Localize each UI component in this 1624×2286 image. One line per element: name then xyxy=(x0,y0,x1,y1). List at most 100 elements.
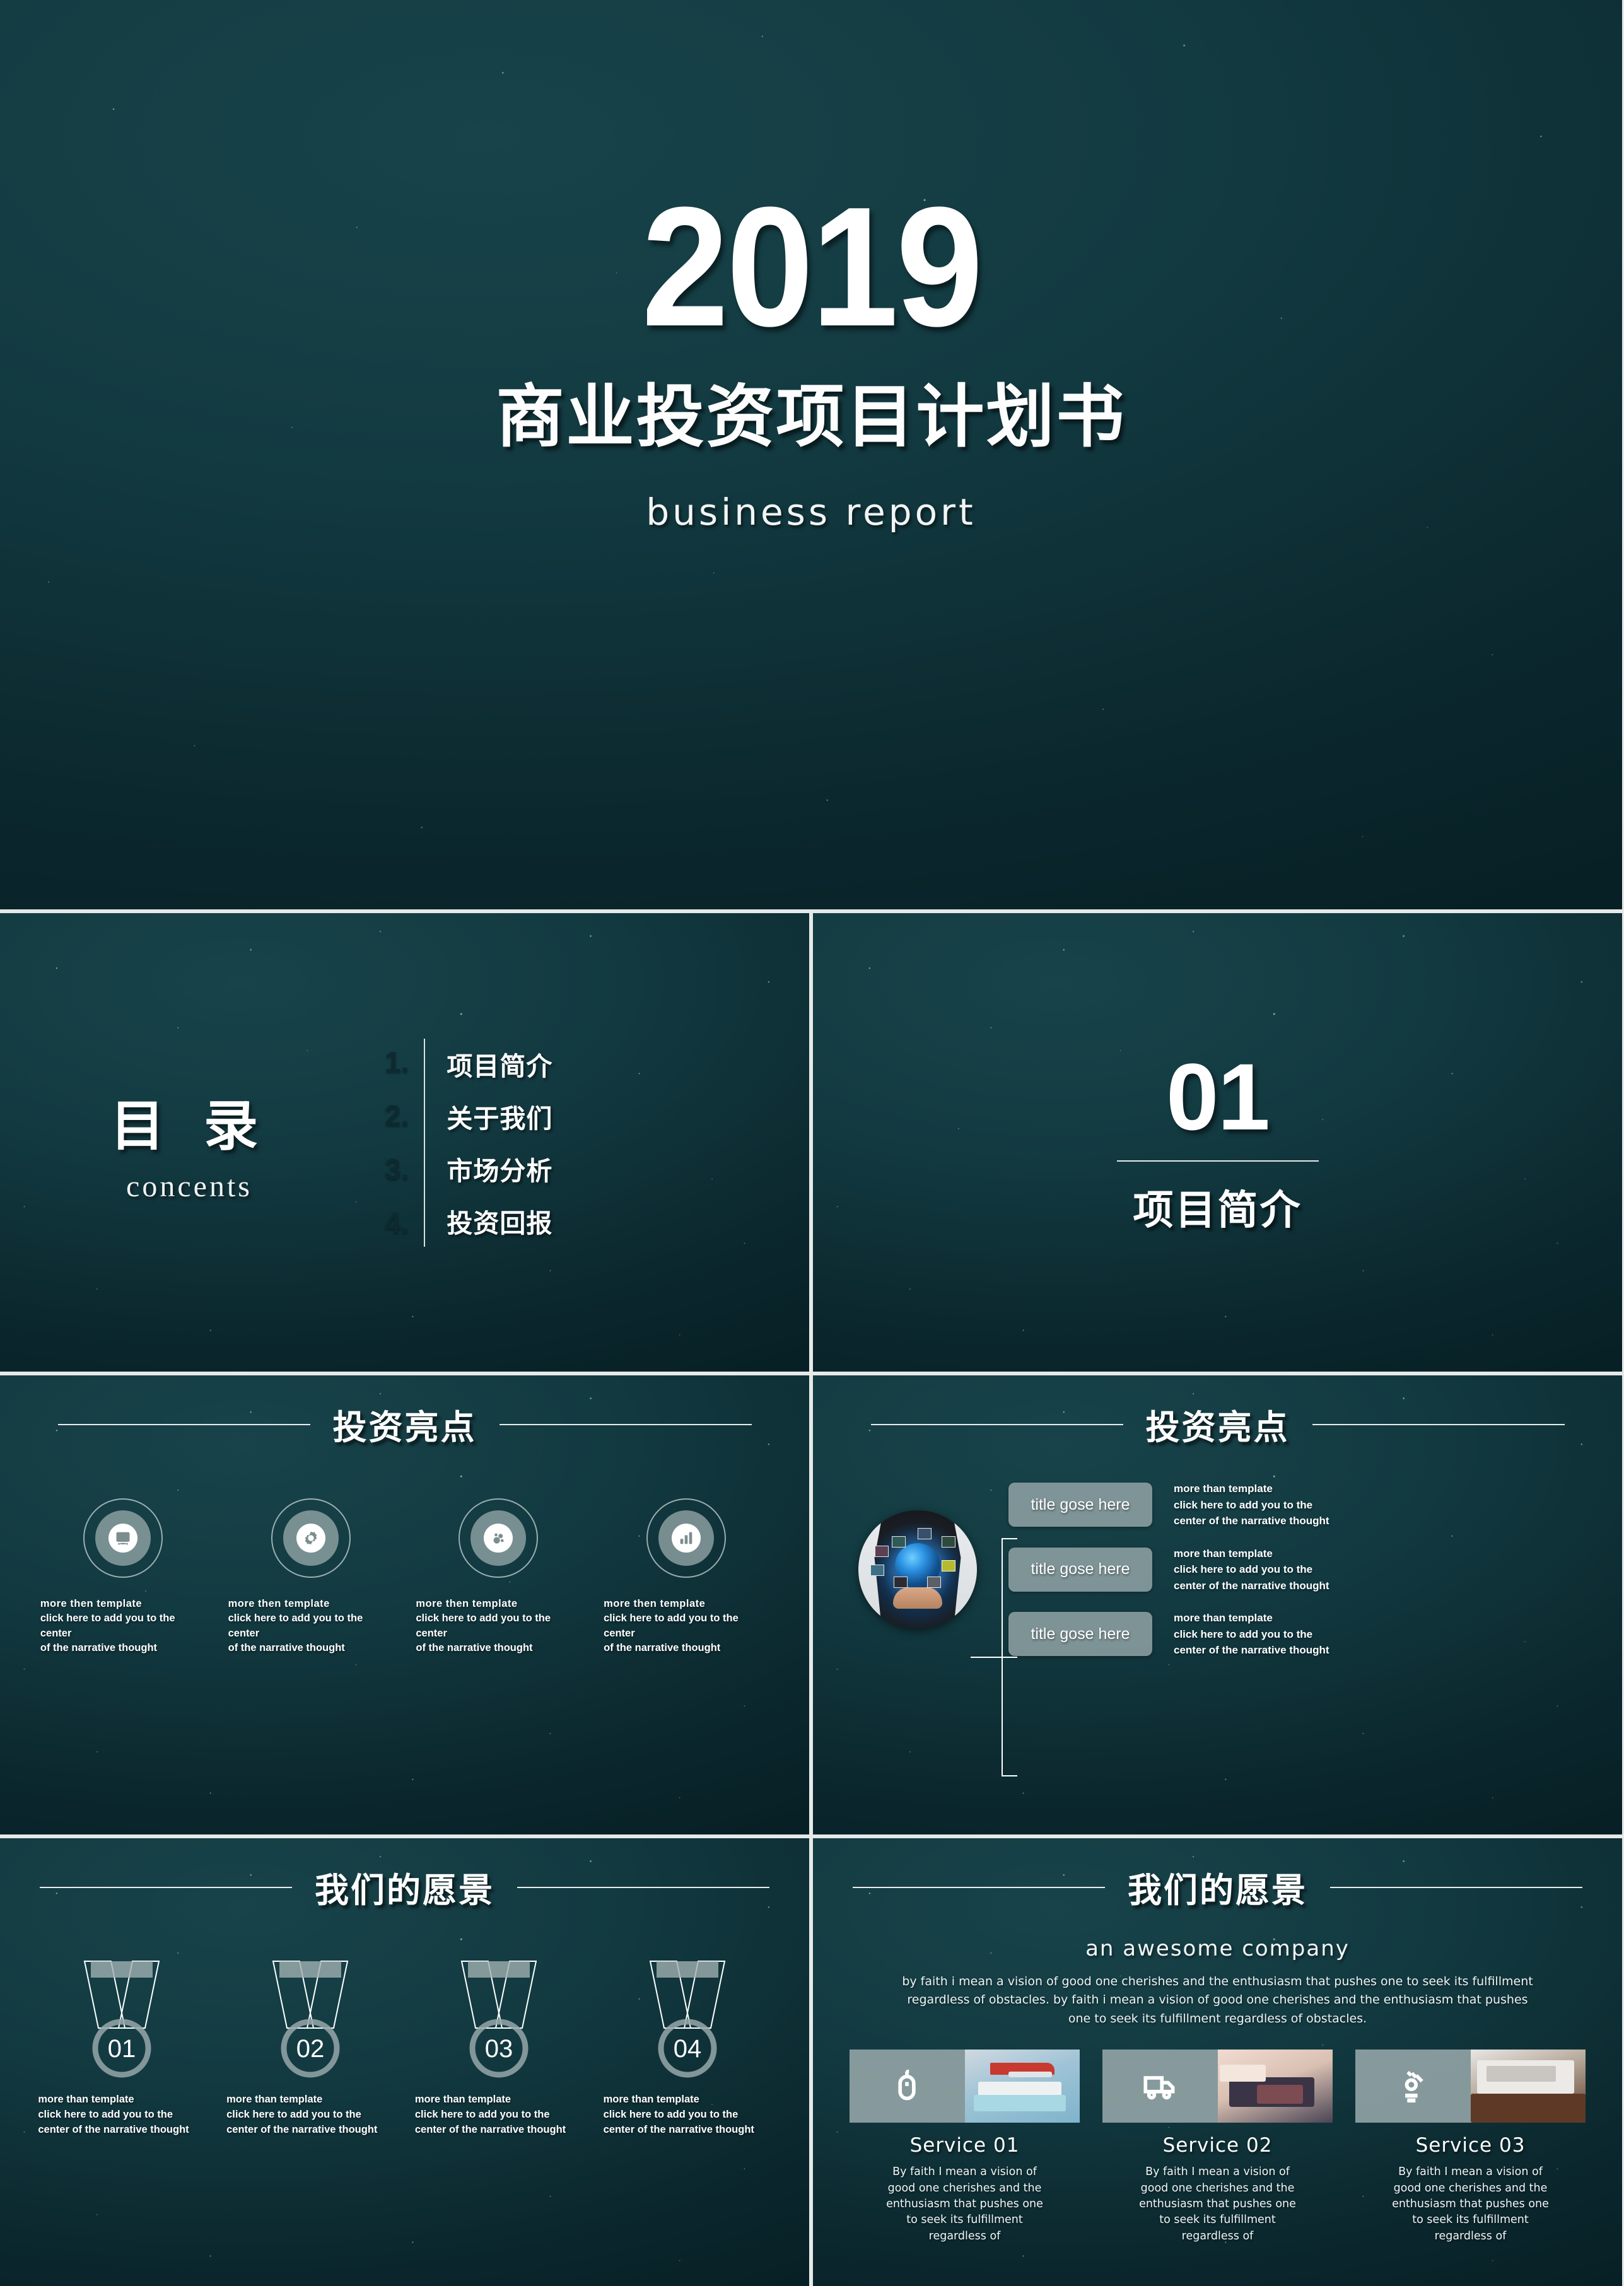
flow-chip-label: title gose here xyxy=(1031,1624,1130,1643)
toc-item-number: 2. xyxy=(385,1099,409,1132)
photo-thumbnail xyxy=(941,1560,955,1572)
medal-number-text: 03 xyxy=(485,2035,513,2063)
header-rule-right xyxy=(517,1886,769,1888)
flow-row[interactable]: title gose here more than template click… xyxy=(1008,1610,1599,1659)
medal-item[interactable]: 02 more than template click here to add … xyxy=(225,1954,395,2138)
photo-thumbnail xyxy=(891,1536,906,1548)
header-rule-right xyxy=(499,1423,752,1425)
icon-outer-ring xyxy=(83,1498,163,1578)
highlight-item[interactable]: more then template click here to add you… xyxy=(38,1498,207,1656)
highlight-caption: more then template click here to add you… xyxy=(416,1597,581,1656)
caption-line-2: click here to add you to the center xyxy=(40,1612,175,1639)
caption-line-2: click here to add you to the xyxy=(414,2108,550,2120)
service-description: By faith I mean a vision of good one che… xyxy=(1392,2166,1549,2242)
flow-chip-label: title gose here xyxy=(1031,1560,1130,1578)
header-title: 我们的愿景 xyxy=(315,1870,494,1910)
desc-line-3: center of the narrative thought xyxy=(1174,1644,1329,1656)
medal-graphic: 02 xyxy=(250,1954,370,2080)
caption-line-3: center of the narrative thought xyxy=(226,2123,378,2135)
photo-thumbnail xyxy=(918,1527,932,1539)
caption-line-1: more then template xyxy=(40,1598,143,1609)
toc-item-label[interactable]: 关于我们 xyxy=(447,1097,552,1135)
toc-heading-block: 目 录 concents xyxy=(0,1082,353,1204)
hand-graphic xyxy=(893,1587,942,1609)
photo-thumbnail xyxy=(894,1577,908,1589)
caption-line-2: click here to add you to the center xyxy=(416,1612,551,1639)
truck-icon xyxy=(1143,2076,1175,2100)
flow-description: more than template click here to add you… xyxy=(1174,1546,1363,1594)
flow-title-chip[interactable]: title gose here xyxy=(1008,1547,1152,1592)
slide-cover: 2019 商业投资项目计划书 business report xyxy=(0,0,1622,909)
medal-row: 01 more than template click here to add … xyxy=(0,1954,809,2138)
toc-heading-en: concents xyxy=(126,1169,252,1203)
vision-tagline: an awesome company xyxy=(1085,1936,1350,1961)
medal-caption: more than template click here to add you… xyxy=(226,2092,394,2138)
satellite-signal-icon xyxy=(1405,2071,1423,2103)
slide-table-of-contents: 目 录 concents 1. 2. 3. 4. 项目简介 关于我们 市场分析 … xyxy=(0,913,809,1372)
service-card[interactable]: Service 01 By faith I mean a vision of g… xyxy=(850,2050,1080,2244)
desc-line-1: more than template xyxy=(1174,1483,1273,1495)
medal-item[interactable]: 03 more than template click here to add … xyxy=(414,1954,584,2138)
flow-title-chip[interactable]: title gose here xyxy=(1008,1612,1152,1657)
caption-line-1: more then template xyxy=(416,1598,518,1609)
icon-outer-ring xyxy=(646,1498,727,1578)
flow-row[interactable]: title gose here more than template click… xyxy=(1008,1546,1599,1594)
desc-line-2: click here to add you to the xyxy=(1174,1628,1313,1640)
flow-diagram: title gose here more than template click… xyxy=(813,1481,1622,1776)
caption-line-2: click here to add you to the center xyxy=(604,1612,739,1639)
caption-line-1: more than template xyxy=(226,2094,323,2105)
toc-item-number: 3. xyxy=(385,1153,409,1186)
caption-line-1: more than template xyxy=(603,2094,699,2105)
highlight-item[interactable]: more then template click here to add you… xyxy=(226,1498,395,1656)
photo-thumbnail xyxy=(875,1546,889,1558)
caption-line-3: of the narrative thought xyxy=(40,1642,158,1654)
caption-line-3: center of the narrative thought xyxy=(603,2123,754,2135)
icon-core xyxy=(108,1524,137,1553)
icon-disc xyxy=(658,1510,715,1566)
slide-deck-grid: 2019 商业投资项目计划书 business report 目 录 conce… xyxy=(0,0,1624,2286)
businessman-globe-photo xyxy=(858,1510,977,1629)
service-description: By faith I mean a vision of good one che… xyxy=(886,2166,1043,2242)
medal-number-text: 01 xyxy=(108,2035,136,2063)
flow-row[interactable]: title gose here more than template click… xyxy=(1008,1481,1599,1529)
medal-graphic: 01 xyxy=(62,1954,182,2080)
icon-outer-ring xyxy=(459,1498,539,1578)
desc-line-1: more than template xyxy=(1174,1547,1273,1560)
flow-title-chip[interactable]: title gose here xyxy=(1008,1483,1152,1527)
highlight-item[interactable]: more then template click here to add you… xyxy=(602,1498,771,1656)
medal-number-text: 04 xyxy=(673,2035,701,2063)
medal-caption: more than template click here to add you… xyxy=(415,2092,583,2138)
service-card[interactable]: Service 02 By faith I mean a vision of g… xyxy=(1102,2050,1333,2244)
medal-item[interactable]: 04 more than template click here to add … xyxy=(602,1954,773,2138)
icon-core xyxy=(484,1524,513,1553)
medal-item[interactable]: 01 more than template click here to add … xyxy=(37,1954,207,2138)
highlight-caption: more then template click here to add you… xyxy=(604,1597,769,1656)
service-icon-box xyxy=(1102,2050,1218,2123)
toc-item-label[interactable]: 项目简介 xyxy=(447,1045,552,1083)
icon-core xyxy=(672,1524,701,1553)
highlight-caption: more then template click here to add you… xyxy=(228,1597,394,1656)
caption-line-3: of the narrative thought xyxy=(416,1642,533,1654)
medal-graphic: 03 xyxy=(439,1954,559,2080)
icon-disc xyxy=(95,1510,151,1566)
toc-heading-cn: 目 录 xyxy=(110,1094,268,1158)
service-photo xyxy=(1470,2050,1586,2123)
service-card[interactable]: Service 03 By faith I mean a vision of g… xyxy=(1355,2050,1586,2244)
highlight-item[interactable]: more then template click here to add you… xyxy=(414,1498,583,1656)
caption-line-3: center of the narrative thought xyxy=(414,2123,566,2135)
caption-line-3: of the narrative thought xyxy=(228,1642,345,1654)
flow-chip-label: title gose here xyxy=(1031,1495,1130,1513)
medal-number-text: 02 xyxy=(296,2035,325,2063)
icon-disc xyxy=(283,1510,339,1566)
photo-thumbnail xyxy=(941,1536,955,1548)
caption-line-2: click here to add you to the center xyxy=(228,1612,363,1639)
desc-line-1: more than template xyxy=(1174,1612,1273,1624)
cover-year: 2019 xyxy=(641,172,983,362)
header-rule-left xyxy=(870,1423,1123,1425)
header-rule-left xyxy=(853,1886,1105,1888)
icon-disc xyxy=(470,1510,527,1566)
toc-item-label[interactable]: 投资回报 xyxy=(447,1202,552,1240)
caption-line-3: center of the narrative thought xyxy=(38,2123,189,2135)
toc-item-label[interactable]: 市场分析 xyxy=(447,1150,552,1187)
section-header: 投资亮点 xyxy=(813,1399,1622,1449)
